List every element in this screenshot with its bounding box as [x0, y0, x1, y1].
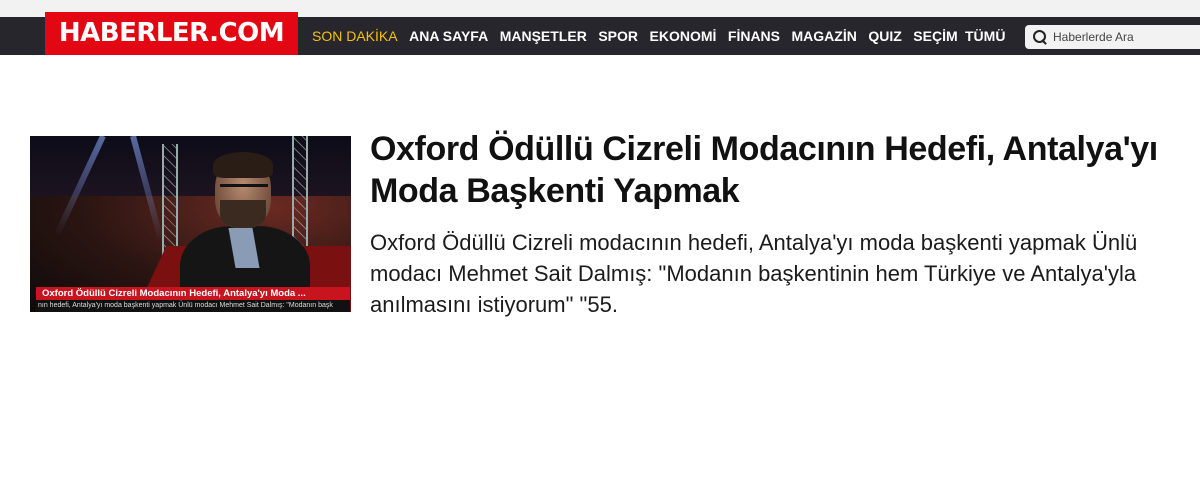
- nav-item-quiz[interactable]: QUIZ: [868, 28, 901, 44]
- nav-item-magazin[interactable]: MAGAZİN: [792, 28, 857, 44]
- nav-item-son-dakika[interactable]: SON DAKİKA: [312, 28, 398, 44]
- thumb-ticker-text: nın hedefi, Antalya'yı moda başkenti yap…: [38, 302, 333, 309]
- search-box[interactable]: [1025, 25, 1200, 49]
- nav-item-mansetler[interactable]: MANŞETLER: [500, 28, 587, 44]
- main-nav: SON DAKİKA ANA SAYFA MANŞETLER SPOR EKON…: [312, 17, 969, 55]
- article-thumbnail[interactable]: Oxford Ödüllü Cizreli Modacının Hedefi, …: [30, 136, 351, 312]
- nav-item-secim[interactable]: SEÇİM: [913, 28, 957, 44]
- nav-item-finans[interactable]: FİNANS: [728, 28, 780, 44]
- search-input[interactable]: [1053, 30, 1193, 44]
- thumb-caption: Oxford Ödüllü Cizreli Modacının Hedefi, …: [42, 288, 306, 299]
- search-icon[interactable]: [1031, 28, 1049, 46]
- site-logo[interactable]: HABERLER.COM: [45, 12, 298, 55]
- nav-item-tumu[interactable]: TÜMÜ: [965, 17, 1005, 55]
- article-title[interactable]: Oxford Ödüllü Cizreli Modacının Hedefi, …: [370, 128, 1190, 212]
- nav-item-ana-sayfa[interactable]: ANA SAYFA: [409, 28, 488, 44]
- article-summary: Oxford Ödüllü Cizreli modacının hedefi, …: [370, 230, 1138, 317]
- nav-item-ekonomi[interactable]: EKONOMİ: [650, 28, 717, 44]
- nav-item-spor[interactable]: SPOR: [598, 28, 638, 44]
